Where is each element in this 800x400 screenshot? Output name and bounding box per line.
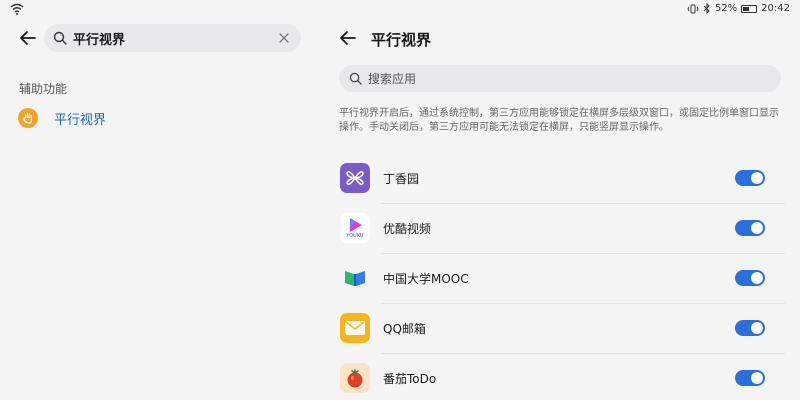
toggle-switch[interactable] [735,320,765,336]
settings-search-input[interactable] [73,30,263,46]
right-pane: 平行视界 平行视界开启后，通过系统控制，第三方应用能够锁定在横屏多层级双窗口，或… [320,20,800,400]
toggle-switch[interactable] [735,220,765,236]
toggle-switch[interactable] [735,170,765,186]
app-list: 丁香园 YOUKU 优酷视频 中国大学MOOC QQ邮箱 番茄ToDo [339,153,785,400]
app-name: 中国大学MOOC [383,271,469,286]
feature-description: 平行视界开启后，通过系统控制，第三方应用能够锁定在横屏多层级双窗口，或固定比例单… [339,108,779,133]
search-icon [53,31,67,45]
toggle-switch[interactable] [735,370,765,386]
page-title: 平行视界 [371,31,432,49]
battery-fill [743,6,750,11]
battery-percent: 52% [714,3,738,14]
battery-icon [741,4,758,13]
app-search-input[interactable] [368,71,748,86]
bluetooth-icon [703,3,710,14]
app-name: 丁香园 [383,171,420,186]
qqmail-icon [340,313,370,343]
section-label: 辅助功能 [19,82,68,96]
search-icon [349,72,362,85]
dingxiangyuan-icon [340,163,370,193]
vibrate-icon [687,4,699,13]
mooc-icon [340,263,370,293]
toggle-knob [751,272,763,284]
clear-icon[interactable] [277,31,291,45]
toggle-knob [751,222,763,234]
toggle-knob [751,372,763,384]
app-row-youku: YOUKU 优酷视频 [339,203,785,253]
toggle-knob [751,172,763,184]
tomato-icon [340,363,370,393]
back-arrow-icon[interactable] [337,27,359,49]
settings-search-box[interactable] [44,24,301,52]
clock: 20:42 [761,3,790,14]
back-arrow-icon[interactable] [17,27,39,49]
hand-icon [18,108,38,128]
app-name: 番茄ToDo [383,371,437,386]
app-row-mooc: 中国大学MOOC [339,253,785,303]
youku-icon-text: YOUKU [346,233,364,239]
app-name: 优酷视频 [383,221,432,236]
toggle-knob [751,322,763,334]
app-row-tomato-todo: 番茄ToDo [339,353,785,400]
app-search-box[interactable] [339,65,781,92]
search-result-item[interactable]: 平行视界 [18,108,106,128]
wifi-icon [10,3,24,15]
toggle-switch[interactable] [735,270,765,286]
app-name: QQ邮箱 [383,321,426,336]
left-pane: 辅助功能 平行视界 [0,20,320,400]
search-result-label: 平行视界 [54,112,107,128]
app-row-qqmail: QQ邮箱 [339,303,785,353]
app-row-dingxiangyuan: 丁香园 [339,153,785,203]
status-bar: 52% 20:42 [0,0,800,20]
youku-icon: YOUKU [340,213,370,243]
